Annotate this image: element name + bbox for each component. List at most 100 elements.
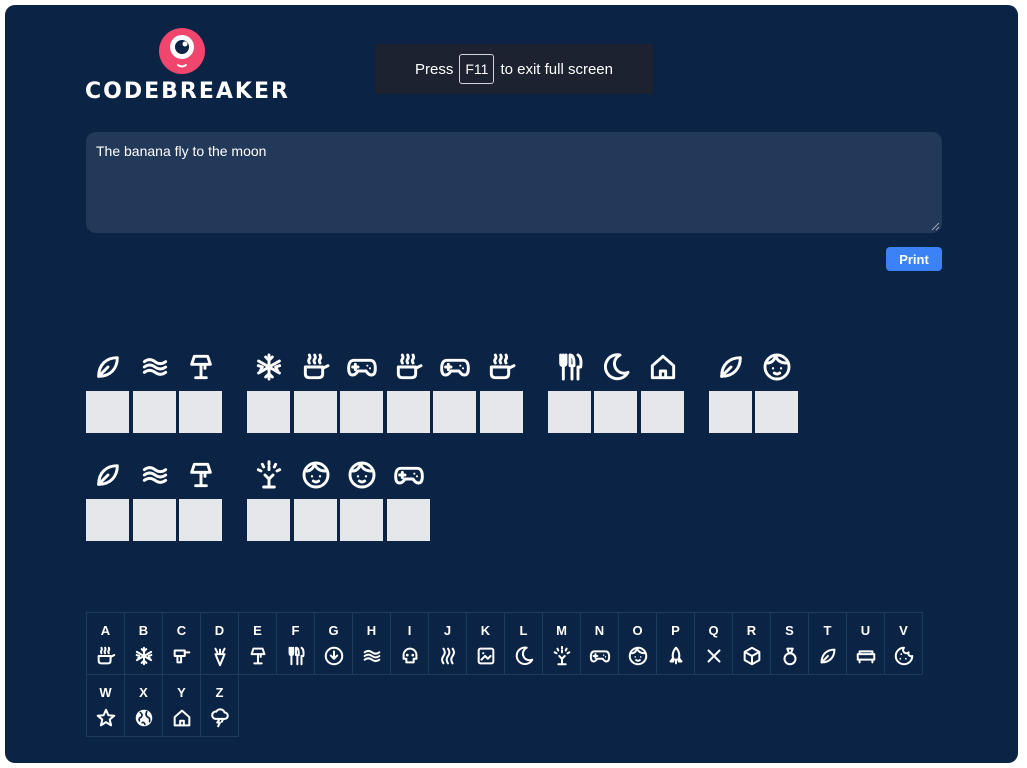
answer-box[interactable]	[640, 391, 684, 433]
gamepad-icon	[393, 466, 424, 485]
home-icon	[650, 354, 675, 380]
face-icon	[763, 353, 791, 381]
cipher-puzzle	[86, 345, 986, 545]
fullscreen-key: F11	[459, 54, 495, 84]
cookie-icon	[894, 646, 914, 666]
answer-box[interactable]	[433, 391, 476, 433]
key-entry: H	[352, 612, 391, 675]
logo-eye-icon	[159, 28, 205, 74]
puzzle-cell	[755, 345, 798, 433]
key-entry: O	[618, 612, 657, 675]
key-letter: F	[291, 623, 300, 638]
leaf-icon	[97, 356, 119, 378]
pot-icon	[489, 353, 515, 380]
ring-icon	[783, 647, 797, 666]
key-entry: F	[276, 612, 315, 675]
pot-icon	[303, 353, 329, 380]
answer-box[interactable]	[755, 391, 798, 433]
answer-box[interactable]	[86, 499, 129, 541]
key-letter: G	[328, 623, 339, 638]
key-entry: Q	[694, 612, 733, 675]
leaf-icon	[97, 464, 119, 486]
waves-icon	[363, 649, 381, 663]
key-entry: U	[846, 612, 885, 675]
answer-box[interactable]	[247, 499, 290, 541]
rocket-icon	[669, 646, 683, 665]
logo: CODEBREAKER	[85, 27, 290, 107]
key-entry: B	[124, 612, 163, 675]
print-button[interactable]: Print	[886, 247, 942, 271]
answer-box[interactable]	[293, 391, 337, 433]
answer-box[interactable]	[132, 499, 176, 541]
cutlery-icon	[558, 353, 582, 381]
answer-box[interactable]	[547, 391, 591, 433]
gamepad-icon	[440, 358, 470, 377]
answer-box[interactable]	[179, 499, 222, 541]
answer-box[interactable]	[179, 391, 222, 433]
moon-icon	[603, 353, 630, 381]
key-letter: A	[100, 623, 111, 638]
leaf-icon	[719, 356, 742, 378]
key-entry: E	[238, 612, 277, 675]
key-letter: I	[407, 623, 412, 638]
answer-box[interactable]	[340, 499, 383, 541]
gamepad-icon	[589, 650, 611, 663]
puzzle-cell	[132, 345, 176, 433]
key-letter: H	[366, 623, 377, 638]
puzzle-cell	[433, 345, 476, 433]
key-letter: B	[138, 623, 149, 638]
star-icon	[96, 708, 116, 727]
key-letter: M	[556, 623, 567, 638]
key-entry: M	[542, 612, 581, 675]
key-letter: C	[176, 623, 187, 638]
puzzle-cell	[386, 453, 430, 541]
moon-icon	[515, 646, 534, 666]
puzzle-cell	[386, 345, 430, 433]
answer-box[interactable]	[86, 391, 129, 433]
key-entry: X	[124, 674, 163, 737]
key-letter: T	[823, 623, 832, 638]
answer-box[interactable]	[386, 391, 430, 433]
face-icon	[302, 461, 329, 489]
key-entry: T	[808, 612, 847, 675]
puzzle-cell	[479, 345, 523, 433]
puzzle-cell	[640, 345, 684, 433]
answer-box[interactable]	[247, 391, 290, 433]
key-letter: K	[480, 623, 491, 638]
puzzle-cell	[86, 345, 129, 433]
puzzle-cell	[247, 453, 290, 541]
answer-box[interactable]	[594, 391, 637, 433]
puzzle-cell	[340, 453, 383, 541]
answer-box[interactable]	[708, 391, 752, 433]
puzzle-cell	[708, 345, 752, 433]
key-letter: O	[632, 623, 643, 638]
fullscreen-notice: Press F11 to exit full screen	[375, 44, 653, 94]
message-input[interactable]	[86, 132, 942, 233]
key-entry: L	[504, 612, 543, 675]
puzzle-cell	[179, 453, 222, 541]
key-entry: C	[162, 612, 201, 675]
key-entry: J	[428, 612, 467, 675]
puzzle-cell	[293, 345, 337, 433]
resize-grip-icon[interactable]	[931, 222, 940, 231]
answer-box[interactable]	[479, 391, 523, 433]
key-entry: P	[656, 612, 695, 675]
key-entry: R	[732, 612, 771, 675]
key-entry: K	[466, 612, 505, 675]
globe-icon	[135, 709, 153, 727]
answer-box[interactable]	[132, 391, 176, 433]
app-frame: CODEBREAKER Press F11 to exit full scree…	[5, 5, 1018, 763]
fullscreen-notice-prefix: Press	[415, 60, 454, 78]
sofa-icon	[856, 650, 876, 664]
sprinkle-icon	[256, 460, 282, 489]
key-letter: V	[899, 623, 908, 638]
answer-box[interactable]	[293, 499, 337, 541]
gamepad-icon	[347, 358, 377, 377]
puzzle-cell	[547, 345, 591, 433]
lamp-icon	[190, 354, 212, 380]
lamp-icon	[250, 647, 266, 665]
answer-box[interactable]	[340, 391, 383, 433]
cross-icon	[707, 649, 721, 663]
logo-wordmark: CODEBREAKER	[85, 79, 290, 104]
answer-box[interactable]	[386, 499, 430, 541]
